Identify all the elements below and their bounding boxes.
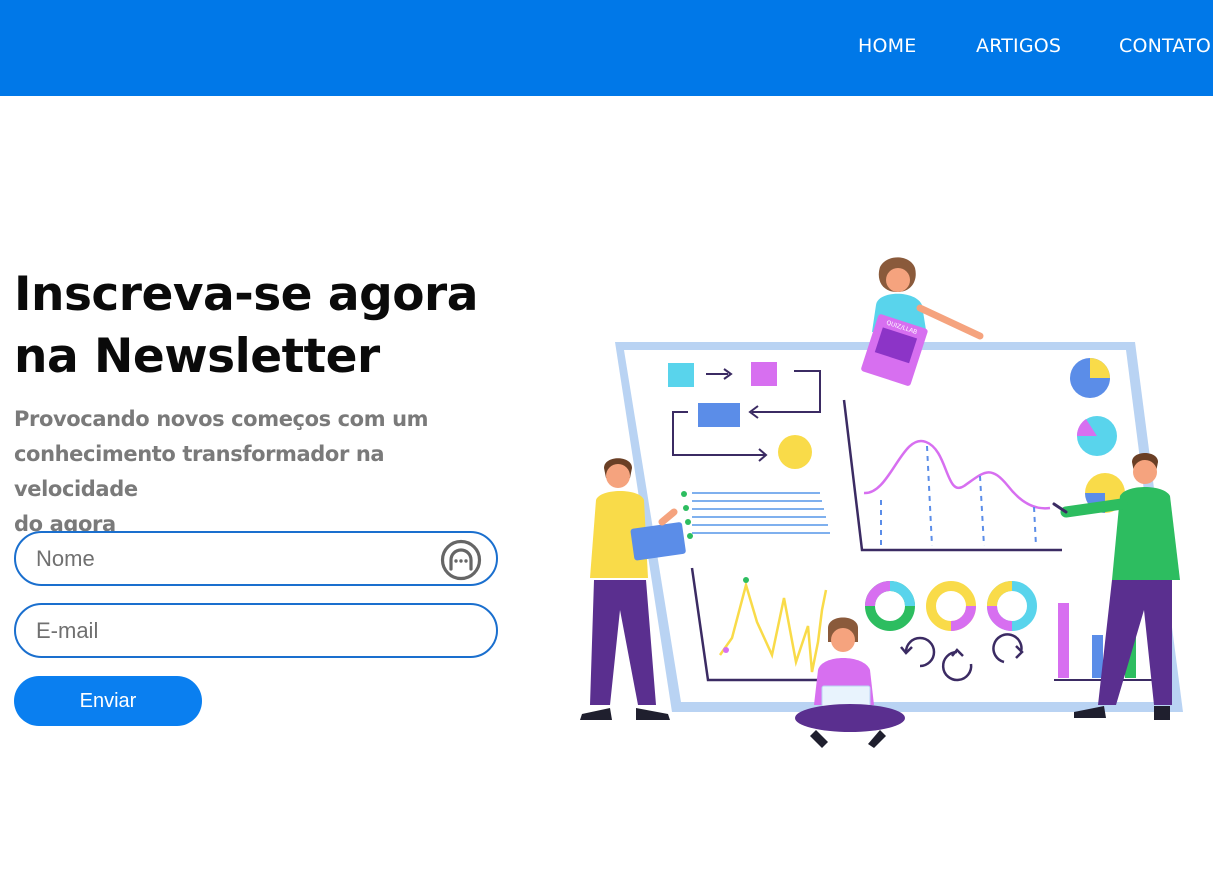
email-input[interactable] — [36, 605, 436, 656]
nav-link-contato[interactable]: CONTATO — [1119, 33, 1211, 59]
submit-button[interactable]: Enviar — [14, 676, 202, 726]
password-manager-icon[interactable] — [440, 539, 482, 581]
subtitle-line-2: conhecimento transformador na velocidade — [14, 442, 385, 501]
subtitle-line-1: Provocando novos começos com um — [14, 407, 429, 431]
name-input[interactable] — [36, 533, 436, 584]
team-analytics-illustration: QUIZ/LLAB — [580, 257, 1183, 748]
page-subtitle: Provocando novos começos com um conhecim… — [14, 402, 514, 542]
title-line-1: Inscreva-se agora — [14, 267, 478, 322]
email-field-wrapper — [14, 603, 498, 658]
nav-link-home[interactable]: HOME — [858, 33, 916, 59]
page-title: Inscreva-se agora na Newsletter — [14, 264, 534, 388]
title-line-2: na Newsletter — [14, 329, 380, 384]
top-nav-bar: HOME ARTIGOS CONTATO — [0, 0, 1213, 96]
nav-link-artigos[interactable]: ARTIGOS — [976, 33, 1061, 59]
name-field-wrapper — [14, 531, 498, 586]
